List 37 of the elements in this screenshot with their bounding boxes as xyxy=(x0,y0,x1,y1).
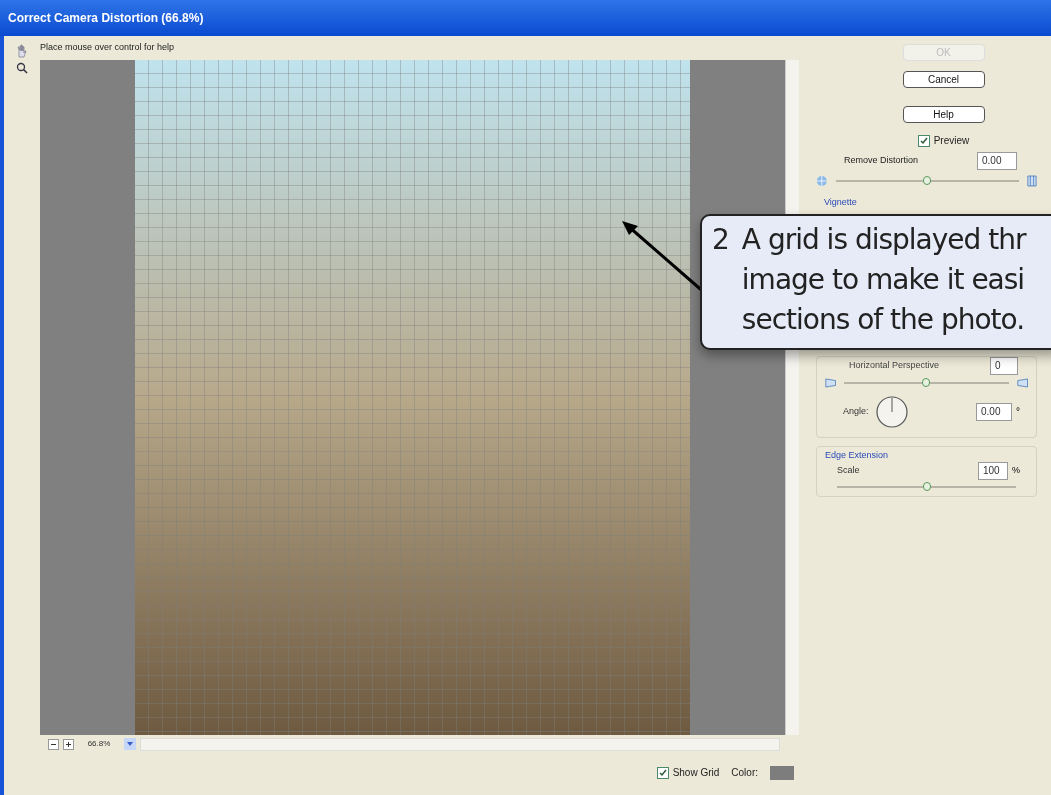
checkbox-label: Show Grid xyxy=(672,766,720,780)
value-field[interactable]: 0.00 xyxy=(977,152,1017,170)
callout-text: A grid is displayed thr image to make it easi sections of the photo. xyxy=(741,222,1026,338)
dialog-button[interactable]: Help xyxy=(902,106,985,123)
remove-distortion-label: Remove Distortion xyxy=(844,154,919,168)
grid-color-swatch[interactable] xyxy=(770,765,794,780)
zoom-tool-icon[interactable] xyxy=(16,62,28,74)
degree-unit: ° xyxy=(1016,405,1020,419)
perspective-right-icon xyxy=(1016,376,1028,389)
pinch-icon xyxy=(1027,174,1037,188)
slider-thumb[interactable] xyxy=(922,377,931,387)
dialog-button[interactable]: Cancel xyxy=(902,71,985,88)
value-field[interactable]: 0.00 xyxy=(976,402,1012,421)
zoom-in-button[interactable] xyxy=(63,738,74,750)
slider-thumb[interactable] xyxy=(922,482,931,491)
color-label: Color: xyxy=(731,766,758,780)
window-title: Correct Camera Distortion (66.8%) xyxy=(8,10,204,27)
horizontal-perspective-label: Horizontal Perspective xyxy=(849,358,940,372)
angle-dial-icon[interactable] xyxy=(874,394,909,429)
angle-label: Angle: xyxy=(843,404,869,418)
scale-label: Scale xyxy=(837,464,860,478)
edge-extension-label: Edge Extension xyxy=(825,449,889,460)
slider-thumb[interactable] xyxy=(923,176,932,185)
checkbox[interactable] xyxy=(917,134,930,147)
value-field[interactable]: 100 xyxy=(978,462,1008,480)
dropdown-caret-icon[interactable] xyxy=(124,738,136,750)
checkbox-label: Preview xyxy=(933,134,970,148)
zoom-field[interactable]: 66.8% xyxy=(78,738,120,750)
value-field[interactable]: 0 xyxy=(990,356,1018,375)
vignette-label: Vignette xyxy=(823,196,858,209)
checkbox[interactable] xyxy=(656,766,669,779)
bulge-icon xyxy=(816,174,828,188)
help-text: Place mouse over control for help xyxy=(40,41,175,55)
percent-unit: % xyxy=(1012,464,1020,478)
step-number: 2 xyxy=(712,222,730,258)
zoom-out-button[interactable] xyxy=(48,738,59,750)
perspective-left-icon xyxy=(825,376,837,389)
